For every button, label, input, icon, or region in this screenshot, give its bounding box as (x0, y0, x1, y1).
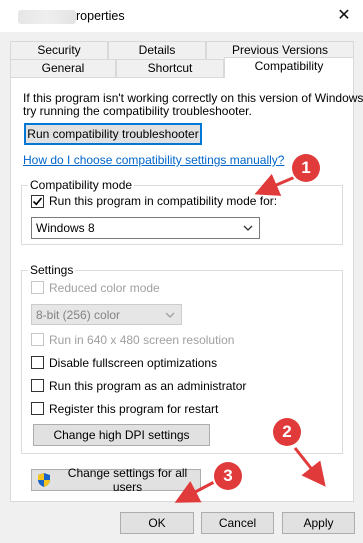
register-restart-label: Register this program for restart (49, 402, 219, 416)
change-high-dpi-button[interactable]: Change high DPI settings (33, 424, 210, 446)
window-title: roperties (76, 9, 125, 23)
chevron-down-icon (165, 305, 175, 331)
fullscreen-checkbox[interactable] (31, 356, 44, 369)
run-troubleshooter-button[interactable]: Run compatibility troubleshooter (24, 123, 202, 145)
annotation-badge-2: 2 (273, 418, 301, 446)
color-depth-select[interactable]: 8-bit (256) color (31, 304, 182, 325)
help-link[interactable]: How do I choose compatibility settings m… (23, 153, 284, 167)
change-settings-all-users-button[interactable]: Change settings for all users (31, 466, 201, 494)
tab-security[interactable]: Security (10, 41, 108, 59)
close-button[interactable]: ✕ (328, 2, 360, 28)
reduced-color-label: Reduced color mode (49, 281, 160, 295)
register-restart-checkbox[interactable] (31, 402, 44, 415)
settings-label: Settings (28, 263, 76, 277)
compat-mode-checkbox-label: Run this program in compatibility mode f… (49, 194, 278, 208)
blurred-filename (18, 10, 76, 24)
tab-general[interactable]: General (10, 59, 116, 77)
intro-line-2: try running the compatibility troublesho… (23, 104, 252, 118)
tab-compatibility[interactable]: Compatibility (224, 57, 354, 78)
apply-button[interactable]: Apply (282, 512, 355, 534)
close-icon[interactable]: ✕ (337, 5, 350, 25)
cancel-button[interactable]: Cancel (201, 512, 274, 534)
os-version-select[interactable]: Windows 8 (31, 217, 260, 239)
resolution-checkbox[interactable] (31, 333, 44, 346)
checkmark-icon (32, 197, 43, 206)
intro-line-1: If this program isn't working correctly … (23, 91, 363, 105)
reduced-color-checkbox[interactable] (31, 281, 44, 294)
change-settings-all-users-label: Change settings for all users (67, 466, 188, 494)
resolution-label: Run in 640 x 480 screen resolution (49, 333, 235, 347)
tab-shortcut[interactable]: Shortcut (116, 59, 224, 77)
compatibility-mode-label: Compatibility mode (28, 178, 135, 192)
admin-checkbox[interactable] (31, 379, 44, 392)
chevron-down-icon (243, 218, 253, 244)
compat-mode-checkbox[interactable] (31, 195, 44, 208)
admin-label: Run this program as an administrator (49, 379, 247, 393)
compatibility-panel: If this program isn't working correctly … (10, 77, 363, 502)
fullscreen-label: Disable fullscreen optimizations (49, 356, 218, 370)
os-version-value: Windows 8 (36, 221, 95, 235)
color-depth-value: 8-bit (256) color (36, 308, 121, 322)
ok-button[interactable]: OK (120, 512, 194, 534)
tab-details[interactable]: Details (108, 41, 206, 59)
title-bar: roperties ✕ (0, 0, 363, 32)
annotation-badge-1: 1 (292, 154, 320, 182)
annotation-badge-3: 3 (214, 462, 242, 490)
uac-shield-icon (36, 472, 52, 488)
